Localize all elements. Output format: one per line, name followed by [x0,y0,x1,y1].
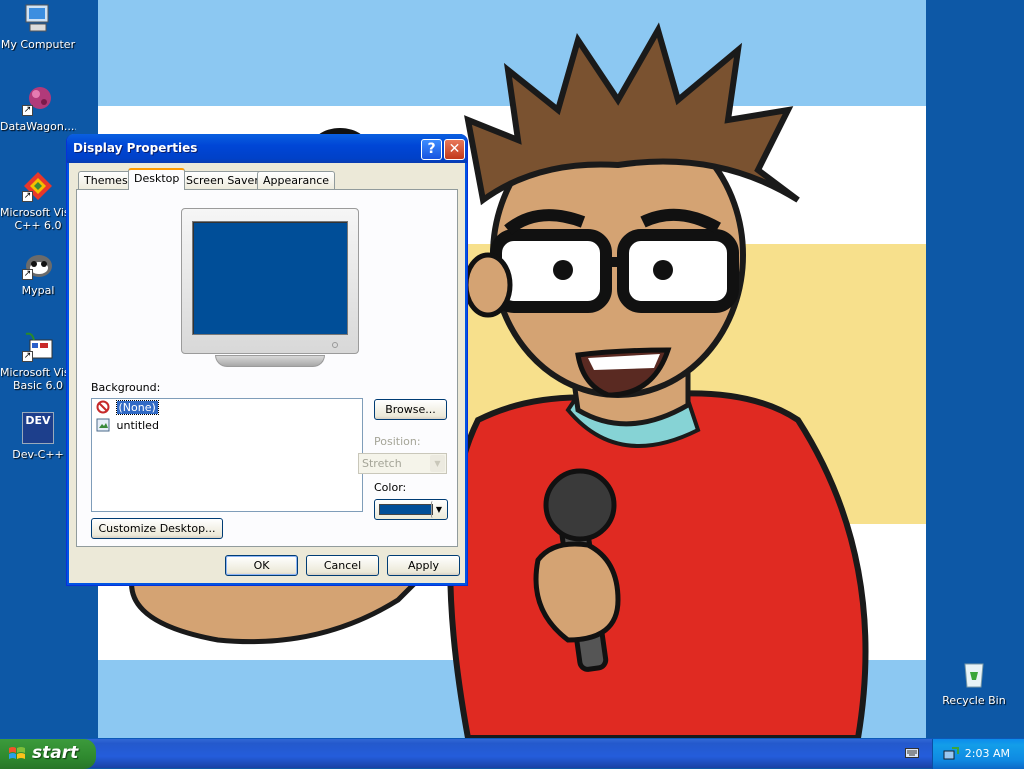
windows-logo-icon [9,747,25,759]
desktop-icon-label-line2: C++ 6.0 [14,219,62,232]
tab-screen-saver[interactable]: Screen Saver [180,171,265,191]
desktop-icon-visual-basic[interactable]: ↗ Microsoft Visu Basic 6.0 [0,330,76,392]
desktop-icon-label-line2: Basic 6.0 [12,379,64,392]
monitor-preview [181,208,359,354]
shortcut-arrow-icon: ↗ [22,105,33,116]
shortcut-arrow-icon: ↗ [22,191,33,202]
dev-cpp-badge: DEV [25,414,51,427]
none-icon [96,400,110,414]
desktop-icon-datawagon[interactable]: ↗ DataWagon.... [0,84,76,133]
position-dropdown[interactable]: Stretch ▼ [358,453,447,474]
dev-cpp-icon: DEV [22,412,54,444]
background-list[interactable]: (None) untitled [91,398,363,512]
chevron-down-icon: ▼ [430,455,445,472]
display-properties-dialog: Display Properties ? ✕ Themes Desktop Sc… [66,134,468,586]
chevron-down-icon: ▼ [431,501,446,518]
datawagon-icon: ↗ [22,84,54,116]
color-picker-button[interactable]: ▼ [374,499,448,520]
close-button[interactable]: ✕ [444,139,465,160]
keyboard-icon[interactable] [905,747,919,759]
desktop-icon-visual-cpp[interactable]: ↗ Microsoft Visu C++ 6.0 [0,170,76,232]
customize-desktop-button[interactable]: Customize Desktop... [91,518,223,539]
start-button[interactable]: start [0,739,96,769]
shortcut-arrow-icon: ↗ [22,351,33,362]
monitor-stand [215,355,325,367]
list-item-label: (None) [115,400,159,415]
cancel-button[interactable]: Cancel [306,555,379,576]
list-item[interactable]: (None) [96,400,159,416]
color-label: Color: [374,481,407,494]
apply-button[interactable]: Apply [387,555,460,576]
desktop-icon-label-line1: Microsoft Visu [0,366,76,379]
dialog-titlebar[interactable]: Display Properties ? ✕ [67,134,467,163]
background-label: Background: [91,381,161,394]
desktop-icon-label: DataWagon.... [0,120,76,133]
taskbar: start 2:03 AM [0,738,1024,769]
monitor-power-led [332,342,338,348]
desktop-preview-screen [192,221,348,335]
clock[interactable]: 2:03 AM [965,739,1010,769]
visual-cpp-icon: ↗ [22,170,54,202]
desktop-icon-dev-cpp[interactable]: DEV Dev-C++ [0,412,76,461]
mypal-icon: ↗ [22,248,54,280]
image-file-icon [96,418,110,432]
desktop-icon-label: Dev-C++ [12,448,64,461]
desktop-icon-my-computer[interactable]: My Computer [0,2,76,51]
color-swatch [379,504,433,515]
desktop-icon-label: Recycle Bin [942,694,1006,707]
dialog-client-area: Themes Desktop Screen Saver Appearance B… [70,163,464,582]
network-icon[interactable] [943,746,959,762]
position-value: Stretch [362,457,402,470]
desktop-icon-label: My Computer [0,38,76,51]
desktop-icon-label: Mypal [21,284,55,297]
tab-desktop[interactable]: Desktop [128,168,186,190]
my-computer-icon [22,2,54,34]
list-item-label: untitled [116,419,159,432]
visual-basic-icon: ↗ [22,330,54,362]
dialog-title: Display Properties [73,141,198,155]
system-tray: 2:03 AM [932,739,1024,769]
tab-appearance[interactable]: Appearance [257,171,336,191]
start-label: start [32,743,79,763]
browse-button[interactable]: Browse... [374,399,447,420]
ok-button[interactable]: OK [225,555,298,576]
list-item[interactable]: untitled [96,418,159,434]
recycle-bin-icon [958,658,990,690]
tab-themes[interactable]: Themes [78,171,134,191]
desktop-icon-mypal[interactable]: ↗ Mypal [0,248,76,297]
help-button[interactable]: ? [421,139,442,160]
desktop-icon-recycle-bin[interactable]: Recycle Bin [936,658,1012,707]
position-label: Position: [374,435,421,448]
desktop-tab-panel: Background: (None) untitled Browse... Po… [76,189,458,547]
shortcut-arrow-icon: ↗ [22,269,33,280]
desktop-icon-label-line1: Microsoft Visu [0,206,76,219]
